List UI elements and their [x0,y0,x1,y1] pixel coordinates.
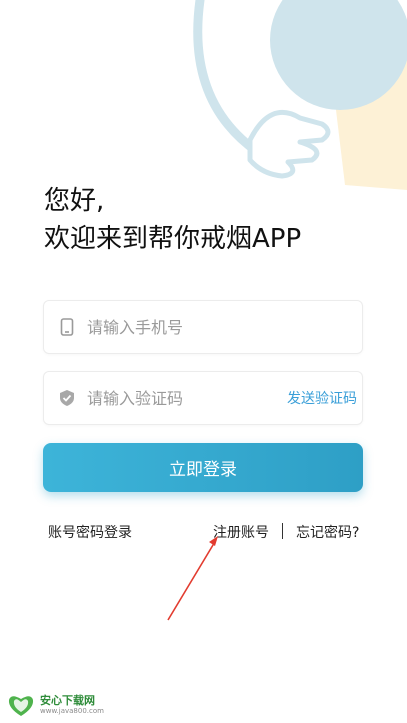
shield-icon [59,389,75,407]
watermark-url: www.java800.com [40,706,104,715]
watermark: 安心下载网 www.java800.com [6,692,104,718]
welcome-heading: 您好, 欢迎来到帮你戒烟APP [44,182,301,258]
link-divider [282,523,283,539]
greeting-line-1: 您好, [44,186,105,216]
login-button[interactable]: 立即登录 [43,443,363,492]
password-login-link[interactable]: 账号密码登录 [48,522,132,542]
code-field[interactable]: 发送验证码 [43,371,363,425]
code-input[interactable] [87,388,287,408]
battery-icon [385,8,390,16]
cellular-signal-icon [367,6,379,18]
status-bar [349,0,407,24]
hero-illustration [193,0,407,190]
wifi-icon [349,7,361,17]
annotation-arrow [167,536,218,621]
forgot-password-link[interactable]: 忘记密码? [296,522,359,542]
phone-field[interactable] [43,300,363,354]
watermark-title: 安心下载网 [40,693,95,707]
send-code-button[interactable]: 发送验证码 [287,388,357,408]
greeting-line-2: 欢迎来到帮你戒烟APP [44,224,302,254]
phone-icon [59,318,75,336]
phone-input[interactable] [87,317,362,337]
watermark-logo [8,696,34,716]
